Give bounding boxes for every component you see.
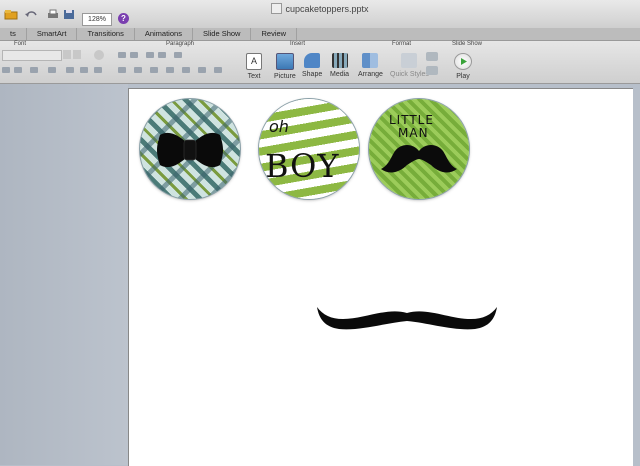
- picture-icon: [275, 53, 294, 70]
- font-color-icon[interactable]: [80, 67, 88, 73]
- justify-icon[interactable]: [166, 67, 174, 73]
- slide-canvas[interactable]: oh BOY LITTLE MAN: [128, 88, 633, 466]
- shape-icon: [304, 53, 321, 68]
- play-button[interactable]: Play: [454, 53, 472, 80]
- insert-shape-button[interactable]: Shape: [302, 53, 322, 78]
- bullets-icon[interactable]: [118, 52, 126, 58]
- topper-text-oh: oh: [269, 117, 289, 136]
- convert-smartart-icon[interactable]: [214, 67, 222, 73]
- bow-tie-icon: [157, 132, 223, 168]
- decrease-indent-icon[interactable]: [146, 52, 154, 58]
- media-icon: [331, 53, 348, 68]
- tab-slide-show[interactable]: Slide Show: [193, 28, 252, 40]
- tab-transitions[interactable]: Transitions: [77, 28, 135, 40]
- quick-styles-button[interactable]: Quick Styles: [390, 53, 429, 78]
- insert-media-button[interactable]: Media: [330, 53, 349, 78]
- document-icon: [271, 3, 283, 14]
- align-left-icon[interactable]: [118, 67, 126, 73]
- cupcake-topper-oh-boy[interactable]: oh BOY: [259, 99, 359, 199]
- character-spacing-icon[interactable]: [30, 67, 38, 73]
- shape-line-icon[interactable]: [426, 66, 438, 75]
- cupcake-topper-bowtie[interactable]: [140, 99, 240, 199]
- text-effects-icon[interactable]: [94, 67, 102, 73]
- group-font-title: Font: [14, 41, 27, 47]
- ribbon-tabs: ts SmartArt Transitions Animations Slide…: [0, 28, 640, 41]
- font-name-field[interactable]: [2, 50, 62, 61]
- title-bar: cupcaketoppers.pptx 128% ?: [0, 0, 640, 29]
- font-decrease-icon[interactable]: [73, 50, 81, 59]
- change-case-icon[interactable]: [48, 67, 56, 73]
- ribbon: Font Paragraph Insert Format Slide Show …: [0, 41, 640, 84]
- large-mustache-shape[interactable]: [315, 301, 499, 341]
- group-slideshow-title: Slide Show: [452, 41, 483, 47]
- tab-smartart[interactable]: SmartArt: [27, 28, 78, 40]
- small-mustache-icon: [381, 145, 457, 173]
- zoom-select[interactable]: 128%: [82, 13, 112, 26]
- clear-format-icon[interactable]: [94, 50, 104, 60]
- align-center-icon[interactable]: [134, 67, 142, 73]
- numbering-icon[interactable]: [130, 52, 138, 58]
- align-right-icon[interactable]: [150, 67, 158, 73]
- tab-animations[interactable]: Animations: [135, 28, 193, 40]
- shape-fill-icon[interactable]: [426, 52, 438, 61]
- play-icon: [454, 53, 472, 70]
- tab-review[interactable]: Review: [251, 28, 298, 40]
- increase-indent-icon[interactable]: [158, 52, 166, 58]
- insert-text-button[interactable]: A Text: [246, 53, 262, 80]
- tab-layouts[interactable]: ts: [0, 28, 27, 40]
- bold-icon[interactable]: [2, 67, 10, 73]
- font-increase-icon[interactable]: [63, 50, 71, 59]
- group-insert-title: Insert: [290, 41, 306, 47]
- arrange-button[interactable]: Arrange: [358, 53, 383, 78]
- highlight-icon[interactable]: [66, 67, 74, 73]
- arrange-icon: [362, 53, 379, 68]
- cupcake-topper-little-man[interactable]: LITTLE MAN: [369, 99, 469, 199]
- text-direction-icon[interactable]: [174, 52, 182, 58]
- insert-picture-button[interactable]: Picture: [274, 53, 296, 80]
- columns-icon[interactable]: [182, 67, 190, 73]
- group-format-title: Format: [392, 41, 412, 47]
- line-spacing-icon[interactable]: [198, 67, 206, 73]
- topper-text-boy: BOY: [265, 147, 340, 185]
- group-paragraph-title: Paragraph: [166, 41, 195, 47]
- help-icon[interactable]: ?: [118, 13, 129, 24]
- workspace-background: [0, 84, 128, 465]
- text-box-icon: A: [246, 53, 262, 70]
- quick-styles-icon: [401, 53, 418, 68]
- italic-icon[interactable]: [14, 67, 22, 73]
